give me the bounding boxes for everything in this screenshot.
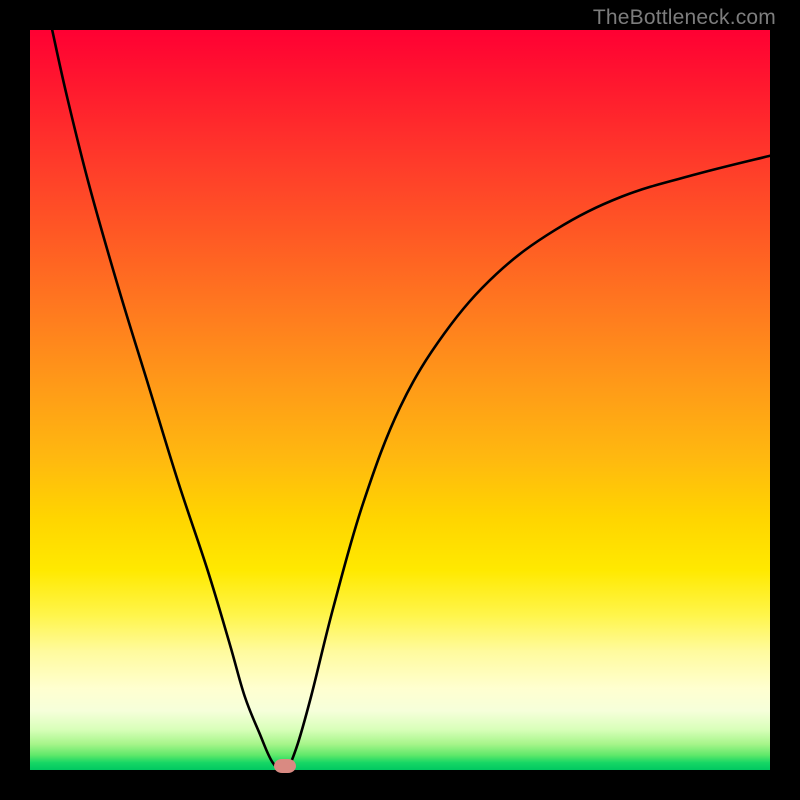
watermark-text: TheBottleneck.com [593,6,776,30]
curve-path [52,30,770,771]
minimum-marker [274,759,296,773]
chart-frame: TheBottleneck.com [0,0,800,800]
plot-area [30,30,770,770]
bottleneck-curve [30,30,770,770]
